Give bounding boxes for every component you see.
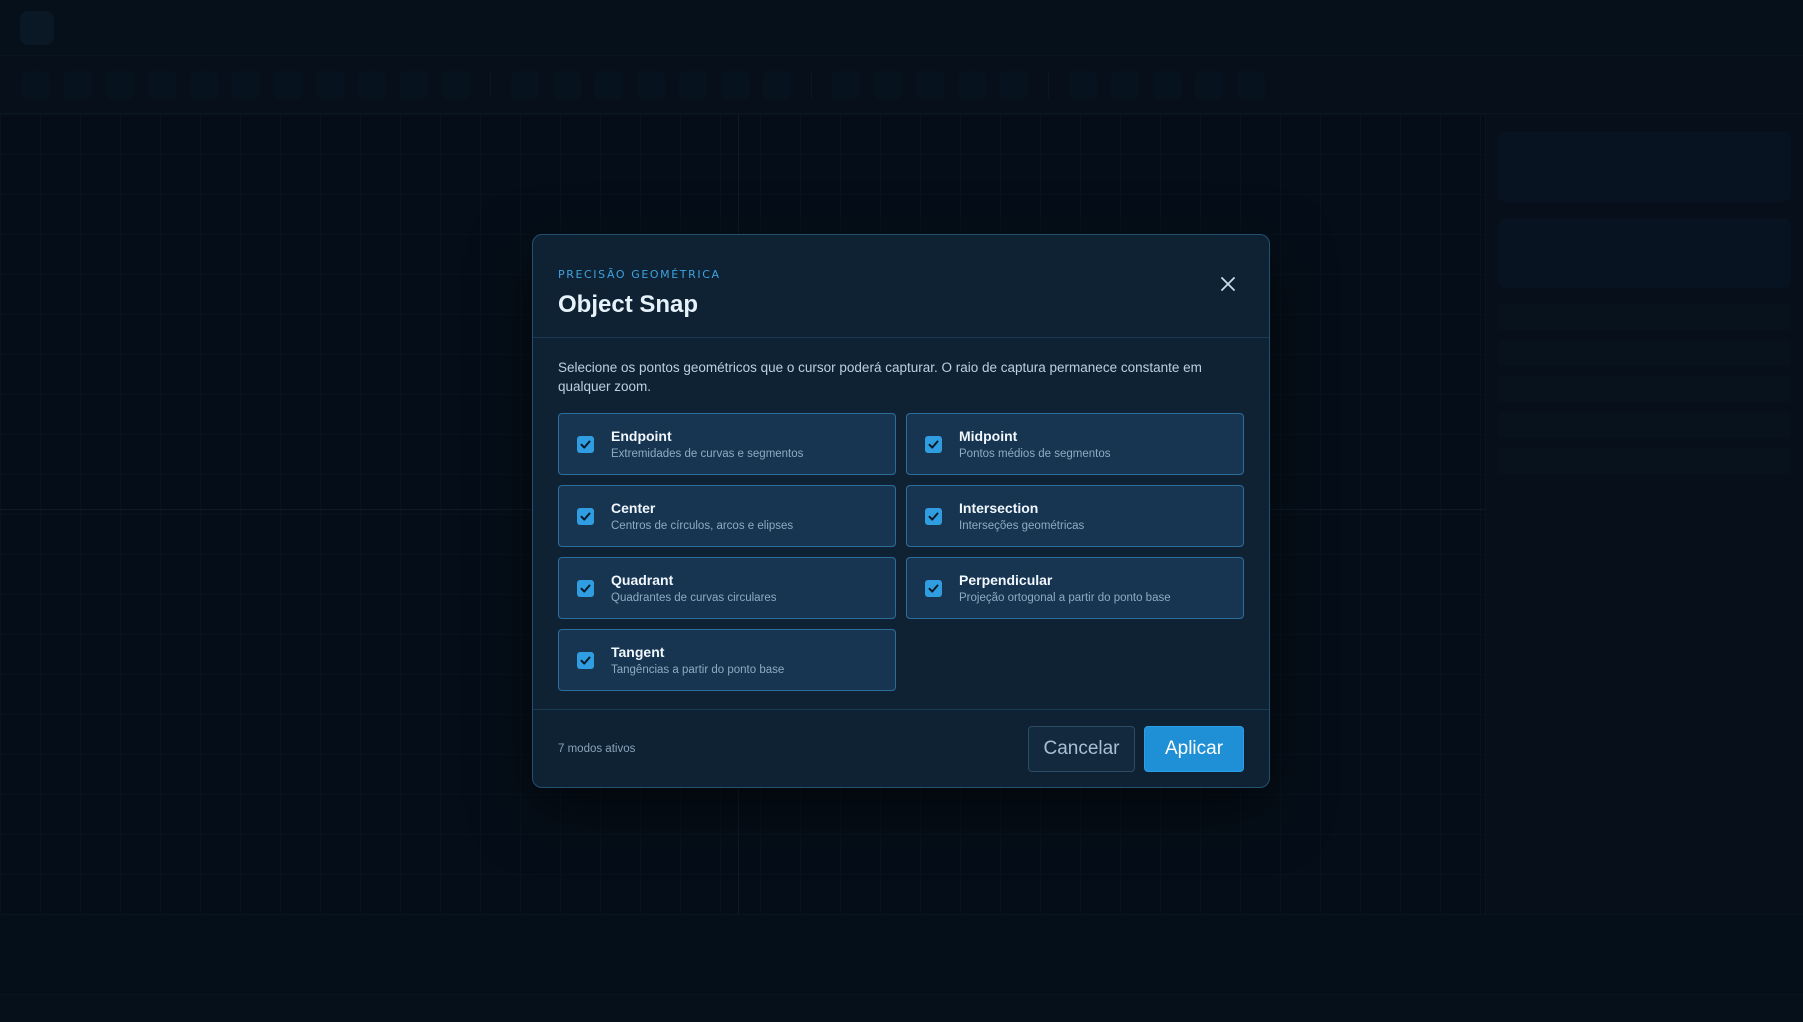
close-icon	[1221, 272, 1235, 296]
snap-option-title: Intersection	[959, 500, 1039, 516]
checkbox-checked-icon[interactable]	[925, 507, 942, 525]
snap-option-description: Extremidades de curvas e segmentos	[611, 448, 804, 460]
snap-option-description: Quadrantes de curvas circulares	[611, 592, 777, 604]
dialog-header: PRECISÃO GEOMÉTRICA Object Snap	[533, 235, 1269, 338]
snap-options-grid: Endpoint Extremidades de curvas e segmen…	[558, 413, 1244, 691]
checkbox-checked-icon[interactable]	[925, 435, 942, 453]
active-modes-count: 7 modos ativos	[558, 742, 636, 755]
checkbox-checked-icon[interactable]	[925, 579, 942, 597]
snap-option-title: Perpendicular	[959, 572, 1053, 588]
snap-option-title: Tangent	[611, 644, 665, 660]
snap-option-title: Center	[611, 500, 656, 516]
checkbox-checked-icon[interactable]	[577, 579, 594, 597]
dialog-title: Object Snap	[558, 291, 699, 318]
close-button[interactable]	[1215, 271, 1241, 297]
snap-option-midpoint[interactable]: Midpoint Pontos médios de segmentos	[906, 413, 1244, 475]
snap-option-perpendicular[interactable]: Perpendicular Projeção ortogonal a parti…	[906, 557, 1244, 619]
snap-option-endpoint[interactable]: Endpoint Extremidades de curvas e segmen…	[558, 413, 896, 475]
checkbox-checked-icon[interactable]	[577, 435, 594, 453]
apply-button[interactable]: Aplicar	[1144, 725, 1244, 772]
dialog-description: Selecione os pontos geométricos que o cu…	[558, 360, 1202, 394]
checkbox-checked-icon[interactable]	[577, 651, 594, 669]
dialog-footer: 7 modos ativos Cancelar Aplicar	[533, 709, 1269, 787]
snap-option-description: Projeção ortogonal a partir do ponto bas…	[959, 592, 1171, 604]
snap-option-description: Tangências a partir do ponto base	[611, 664, 785, 676]
snap-option-description: Interseções geométricas	[959, 520, 1085, 532]
dialog-body: Selecione os pontos geométricos que o cu…	[533, 338, 1269, 710]
snap-option-intersection[interactable]: Intersection Interseções geométricas	[906, 485, 1244, 547]
cancel-button[interactable]: Cancelar	[1028, 725, 1135, 772]
dialog-actions: Cancelar Aplicar	[1028, 725, 1244, 772]
object-snap-dialog: PRECISÃO GEOMÉTRICA Object Snap Selecion…	[532, 234, 1270, 788]
dialog-eyebrow: PRECISÃO GEOMÉTRICA	[558, 268, 721, 281]
checkbox-checked-icon[interactable]	[577, 507, 594, 525]
snap-option-tangent[interactable]: Tangent Tangências a partir do ponto bas…	[558, 629, 896, 691]
snap-option-title: Quadrant	[611, 572, 674, 588]
snap-option-description: Pontos médios de segmentos	[959, 448, 1111, 460]
snap-option-title: Midpoint	[959, 428, 1018, 444]
snap-option-center[interactable]: Center Centros de círculos, arcos e elip…	[558, 485, 896, 547]
snap-option-title: Endpoint	[611, 428, 672, 444]
snap-option-quadrant[interactable]: Quadrant Quadrantes de curvas circulares	[558, 557, 896, 619]
snap-option-description: Centros de círculos, arcos e elipses	[611, 520, 794, 532]
